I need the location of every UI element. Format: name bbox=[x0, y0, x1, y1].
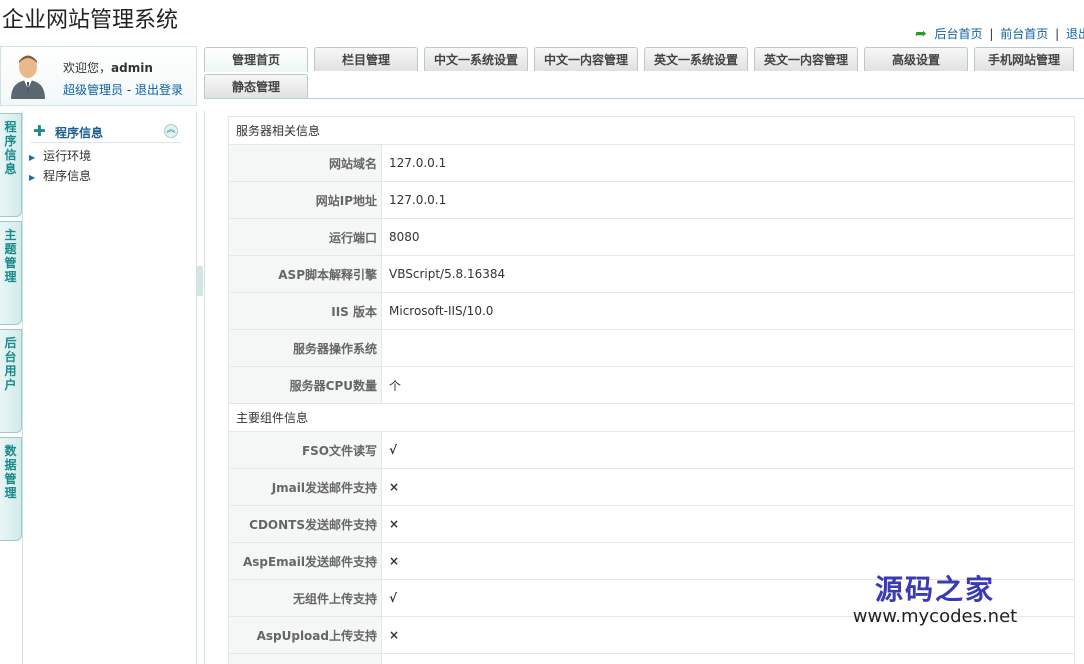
row-label: ASP脚本解释引擎 bbox=[228, 255, 382, 293]
tab-en-system[interactable]: 英文一系统设置 bbox=[644, 47, 748, 71]
row-value: VBScript/5.8.16384 bbox=[381, 255, 1075, 293]
tab-advanced[interactable]: 高级设置 bbox=[864, 47, 968, 71]
status-cross-icon: × bbox=[381, 468, 1075, 506]
top-links: ➦ 后台首页 | 前台首页 | 退出 bbox=[915, 25, 1084, 42]
status-check-icon: √ bbox=[381, 431, 1075, 469]
welcome-text: 欢迎您，admin bbox=[63, 59, 153, 76]
table-row: 网站IP地址 127.0.0.1 bbox=[228, 181, 1075, 219]
logout-link[interactable]: 退出 bbox=[1066, 27, 1084, 41]
sidebar-header[interactable]: ✚ 程序信息 ︽ bbox=[31, 123, 181, 143]
row-label: AspUpload上传支持 bbox=[228, 616, 382, 654]
vnav-theme[interactable]: 主题管理 bbox=[0, 221, 22, 325]
row-label: IIS 版本 bbox=[228, 292, 382, 330]
sidebar-item-label: 程序信息 bbox=[43, 169, 92, 183]
watermark: 源码之家 www.mycodes.net bbox=[850, 574, 1020, 628]
row-label: Jmail发送邮件支持 bbox=[228, 468, 382, 506]
section-title: 主要组件信息 bbox=[228, 403, 1075, 432]
divider: | bbox=[1055, 27, 1060, 41]
tab-static[interactable]: 静态管理 bbox=[204, 74, 308, 98]
sidebar-item-environment[interactable]: ▶ 运行环境 bbox=[29, 147, 91, 164]
plus-icon: ✚ bbox=[33, 122, 46, 140]
vnav-label: 后台用户 bbox=[4, 336, 17, 392]
row-value: 127.0.0.1 bbox=[381, 181, 1075, 219]
row-label bbox=[228, 653, 382, 664]
table-row: Jmail发送邮件支持 × bbox=[228, 468, 1075, 506]
row-label: FSO文件读写 bbox=[228, 431, 382, 469]
app-title: 企业网站管理系统 bbox=[2, 8, 179, 33]
table-row: ASP脚本解释引擎 VBScript/5.8.16384 bbox=[228, 255, 1075, 293]
row-label: 服务器操作系统 bbox=[228, 329, 382, 367]
row-value: Microsoft-IIS/10.0 bbox=[381, 292, 1075, 330]
sidebar-toggle-handle[interactable] bbox=[197, 266, 203, 296]
tab-cn-content[interactable]: 中文一内容管理 bbox=[534, 47, 638, 71]
sidebar-title: 程序信息 bbox=[55, 126, 104, 140]
row-label: 网站域名 bbox=[228, 144, 382, 182]
sidebar-item-label: 运行环境 bbox=[43, 149, 92, 163]
tab-columns[interactable]: 栏目管理 bbox=[314, 47, 418, 71]
sidebar-item-program-info[interactable]: ▶ 程序信息 bbox=[29, 167, 91, 184]
vnav-program-info[interactable]: 程序信息 bbox=[0, 113, 22, 217]
collapse-up-icon[interactable]: ︽ bbox=[164, 124, 178, 138]
table-row: 运行端口 8080 bbox=[228, 218, 1075, 256]
backend-home-link[interactable]: 后台首页 bbox=[935, 27, 983, 41]
vnav-admin-users[interactable]: 后台用户 bbox=[0, 329, 22, 433]
row-label: 无组件上传支持 bbox=[228, 579, 382, 617]
vnav-label: 程序信息 bbox=[4, 120, 17, 176]
row-label: 服务器CPU数量 bbox=[228, 366, 382, 404]
table-row: CDONTS发送邮件支持 × bbox=[228, 505, 1075, 543]
vnav-data[interactable]: 数据管理 bbox=[0, 437, 22, 541]
row-label: 运行端口 bbox=[228, 218, 382, 256]
welcome-prefix: 欢迎您， bbox=[63, 61, 112, 75]
table-row: 网站域名 127.0.0.1 bbox=[228, 144, 1075, 182]
divider: | bbox=[989, 27, 994, 41]
sidebar: ✚ 程序信息 ︽ ▶ 运行环境 ▶ 程序信息 bbox=[22, 111, 197, 664]
forward-arrow-icon: ➦ bbox=[914, 26, 927, 42]
username: admin bbox=[111, 61, 153, 75]
avatar bbox=[11, 55, 45, 99]
section-title: 服务器相关信息 bbox=[228, 116, 1075, 145]
table-row: IIS 版本 Microsoft-IIS/10.0 bbox=[228, 292, 1075, 330]
table-row bbox=[228, 653, 1075, 664]
section-header-row: 服务器相关信息 bbox=[228, 116, 1075, 145]
user-panel: 欢迎您，admin 超级管理员 - 退出登录 bbox=[0, 46, 197, 106]
watermark-url: www.mycodes.net bbox=[852, 606, 1018, 627]
table-row: 服务器CPU数量个 bbox=[228, 366, 1075, 404]
status-cross-icon: × bbox=[381, 505, 1075, 543]
logout-button[interactable]: 退出登录 bbox=[135, 83, 183, 97]
triangle-right-icon: ▶ bbox=[29, 173, 36, 182]
triangle-right-icon: ▶ bbox=[29, 153, 36, 162]
frontend-home-link[interactable]: 前台首页 bbox=[1000, 27, 1048, 41]
row-label: AspEmail发送邮件支持 bbox=[228, 542, 382, 580]
tab-en-content[interactable]: 英文一内容管理 bbox=[754, 47, 858, 71]
vnav-label: 数据管理 bbox=[4, 444, 17, 500]
tab-mobile[interactable]: 手机网站管理 bbox=[974, 47, 1074, 71]
tab-home[interactable]: 管理首页 bbox=[204, 47, 308, 72]
row-value bbox=[381, 329, 1075, 367]
watermark-cn: 源码之家 bbox=[874, 573, 995, 606]
table-row: FSO文件读写 √ bbox=[228, 431, 1075, 469]
row-label: CDONTS发送邮件支持 bbox=[228, 505, 382, 543]
row-value: 个 bbox=[381, 366, 1075, 404]
table-row: 服务器操作系统 bbox=[228, 329, 1075, 367]
row-label: 网站IP地址 bbox=[228, 181, 382, 219]
row-value: 127.0.0.1 bbox=[381, 144, 1075, 182]
tab-cn-system[interactable]: 中文一系统设置 bbox=[424, 47, 528, 71]
row-value bbox=[381, 653, 1075, 664]
top-tabs: 管理首页 栏目管理 中文一系统设置 中文一内容管理 英文一系统设置 英文一内容管… bbox=[204, 47, 1084, 99]
row-value: 8080 bbox=[381, 218, 1075, 256]
dash: - bbox=[126, 83, 132, 97]
role-link[interactable]: 超级管理员 bbox=[63, 83, 123, 97]
role-line: 超级管理员 - 退出登录 bbox=[63, 81, 183, 98]
vnav-label: 主题管理 bbox=[4, 228, 17, 284]
section-header-row: 主要组件信息 bbox=[228, 403, 1075, 432]
vertical-nav: 程序信息 主题管理 后台用户 数据管理 bbox=[0, 111, 22, 664]
